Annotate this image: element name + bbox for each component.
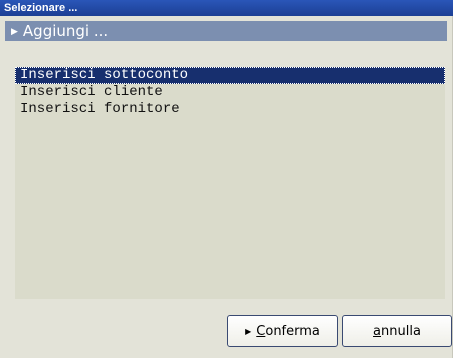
options-list[interactable]: Inserisci sottoconto Inserisci cliente I… [15,67,445,299]
cancel-accelerator: a [373,323,382,339]
confirm-label: onferma [265,323,320,339]
list-item-inserisci-sottoconto[interactable]: Inserisci sottoconto [15,67,445,84]
confirm-accelerator: C [256,323,266,339]
section-header: ▶ Aggiungi ... [5,21,447,41]
dialog-window: Selezionare ... ▶ Aggiungi ... Inserisci … [0,0,453,358]
cancel-label: nnulla [381,323,421,339]
confirm-button[interactable]: ▶ Conferma [227,315,338,347]
triangle-right-icon: ▶ [11,27,18,37]
cancel-button[interactable]: a nnulla [342,315,452,347]
window-title: Selezionare ... [0,0,453,16]
list-item-inserisci-cliente[interactable]: Inserisci cliente [15,84,445,101]
list-item-inserisci-fornitore[interactable]: Inserisci fornitore [15,101,445,118]
triangle-right-icon: ▶ [245,326,252,336]
section-title: Aggiungi ... [22,22,109,40]
